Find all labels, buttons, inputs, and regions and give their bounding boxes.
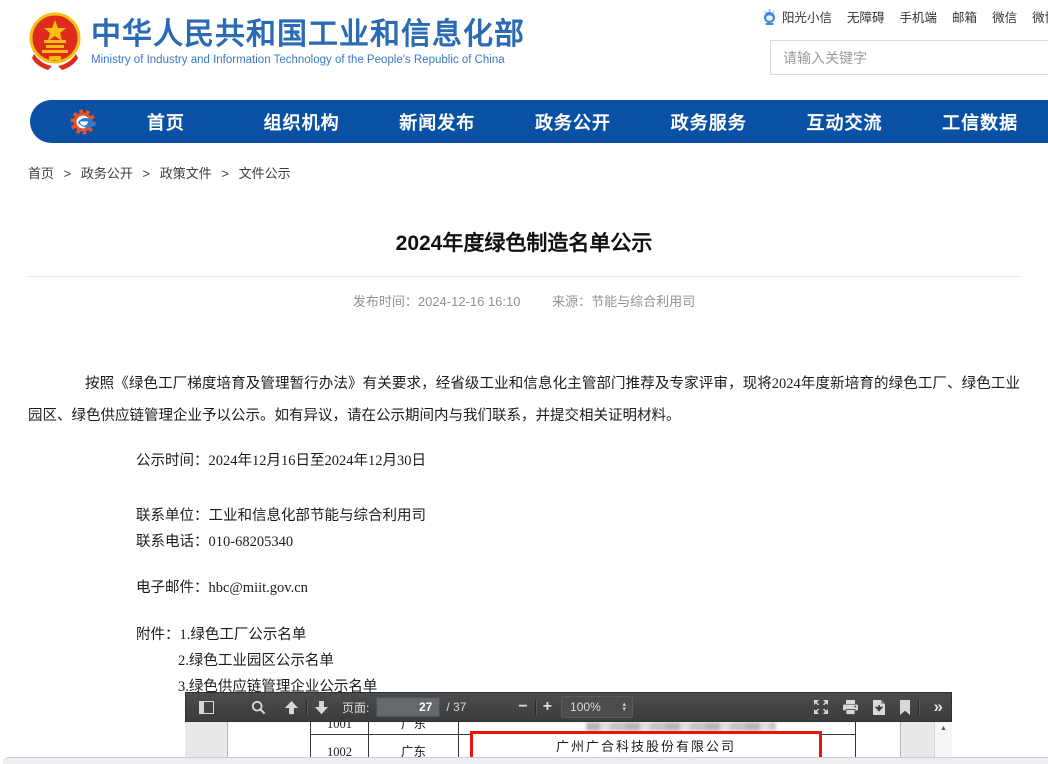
breadcrumb-separator: > [221,166,229,181]
quick-link-weibo[interactable]: 微博 [1032,7,1048,26]
breadcrumb-separator: > [143,166,151,181]
breadcrumb: 首页 > 政务公开 > 政策文件 > 文件公示 [28,163,291,182]
main-nav: 首页 组织机构 新闻发布 政务公开 政务服务 互动交流 工信数据 [30,100,1048,143]
zoom-in-button[interactable]: + [543,698,552,716]
article-meta: 发布时间：2024-12-16 16:10 来源：节能与综合利用司 [28,291,1020,310]
toolbar-separator [918,700,919,715]
article-source: 来源：节能与综合利用司 [552,294,695,309]
site-logo[interactable]: 中华人民共和国工业和信息化部 Ministry of Industry and … [28,12,525,70]
cell-no: 1001 [311,722,368,734]
search-icon[interactable] [251,700,266,715]
sidebar-toggle-icon[interactable] [199,701,214,714]
quick-link-mobile[interactable]: 手机端 [900,7,938,26]
quick-link-xiaoxin[interactable]: 阳光小信 [782,7,832,26]
quick-link-wechat[interactable]: 微信 [992,7,1017,26]
page-number-input[interactable]: 27 [376,697,440,717]
zoom-level-value: 100% [562,700,622,714]
article-paragraph: 按照《绿色工厂梯度培育及管理暂行办法》有关要求，经省级工业和信息化主管部门推荐及… [28,368,1020,432]
nav-item-interaction[interactable]: 互动交流 [777,109,913,135]
cell-province: 广东 [368,722,458,734]
toolbar-separator [535,700,536,715]
attachment-link-2[interactable]: 2.绿色工业园区公示名单 [178,652,1020,670]
contact-phone: 联系电话：010-68205340 [136,533,1020,551]
page-total: / 37 [446,700,466,714]
highlight-red-box: 广州广合科技股份有限公司 [470,731,822,760]
print-icon[interactable] [842,700,859,715]
bookmark-icon[interactable] [899,700,911,715]
quick-links: 阳光小信 无障碍 手机端 邮箱 微信 微博 [762,7,1048,26]
gear-e-logo-icon[interactable] [70,108,98,136]
pdf-viewer: 页面: 27 / 37 − + 100% ▴▾ [185,692,952,763]
page-down-icon[interactable] [314,700,329,715]
contact-email: 电子邮件：hbc@miit.gov.cn [136,579,1020,597]
search-box [770,40,1048,75]
attachments-line: 附件：1.绿色工厂公示名单 [136,626,1020,644]
article: 2024年度绿色制造名单公示 发布时间：2024-12-16 16:10 来源：… [28,213,1020,696]
zoom-out-button[interactable]: − [518,698,527,716]
search-input[interactable] [771,41,1048,74]
nav-item-gov-affairs[interactable]: 政务公开 [505,109,641,135]
toolbar-separator [306,700,307,715]
mascot-icon [762,9,777,25]
page-title: 2024年度绿色制造名单公示 [28,227,1020,257]
nav-item-data[interactable]: 工信数据 [912,109,1048,135]
title-divider [28,276,1020,277]
nav-item-gov-services[interactable]: 政务服务 [641,109,777,135]
national-emblem-icon [28,12,82,70]
download-icon[interactable] [872,700,886,715]
fullscreen-icon[interactable] [813,699,829,715]
attachments-label: 附件： [136,627,180,643]
breadcrumb-home[interactable]: 首页 [28,166,54,181]
breadcrumb-policy-files[interactable]: 政策文件 [160,166,212,181]
redacted-text-block [586,722,776,731]
pdf-toolbar: 页面: 27 / 37 − + 100% ▴▾ [185,692,952,722]
zoom-level-select[interactable]: 100% ▴▾ [561,696,633,718]
page-label: 页面: [342,699,369,716]
page-up-icon[interactable] [284,700,299,715]
breadcrumb-gov-affairs[interactable]: 政务公开 [81,166,133,181]
notice-period: 公示时间：2024年12月16日至2024年12月30日 [136,452,1020,470]
breadcrumb-separator: > [64,166,72,181]
spinner-icon: ▴▾ [623,702,633,712]
site-subtitle: Ministry of Industry and Information Tec… [91,54,525,66]
nav-item-organization[interactable]: 组织机构 [234,109,370,135]
scroll-up-icon[interactable]: ▲ [935,722,952,736]
contact-unit: 联系单位：工业和信息化部节能与综合利用司 [136,507,1020,525]
quick-link-accessibility[interactable]: 无障碍 [847,7,885,26]
more-tools-button[interactable]: » [934,697,943,717]
nav-item-news[interactable]: 新闻发布 [369,109,505,135]
nav-item-home[interactable]: 首页 [98,109,234,135]
quick-link-mail[interactable]: 邮箱 [952,7,977,26]
breadcrumb-public-notice[interactable]: 文件公示 [239,166,291,181]
publish-time: 发布时间：2024-12-16 16:10 [353,294,521,309]
attachment-link-1[interactable]: 1.绿色工厂公示名单 [180,627,307,643]
site-header: 中华人民共和国工业和信息化部 Ministry of Industry and … [0,0,1048,96]
site-title: 中华人民共和国工业和信息化部 [91,19,525,51]
